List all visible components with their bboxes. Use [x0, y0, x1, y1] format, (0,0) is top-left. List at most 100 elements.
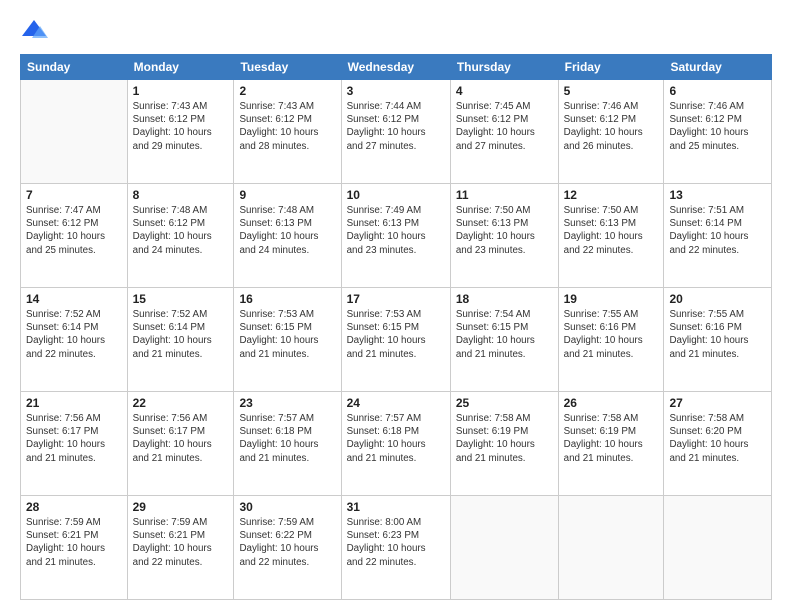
calendar-cell: 5 Sunrise: 7:46 AMSunset: 6:12 PMDaylight…	[558, 80, 664, 184]
day-detail: Sunrise: 7:54 AMSunset: 6:15 PMDaylight:…	[456, 308, 553, 361]
day-number: 2	[239, 84, 335, 98]
calendar-week-row: 21Sunrise: 7:56 AMSunset: 6:17 PMDayligh…	[21, 392, 772, 496]
day-number: 16	[239, 292, 335, 306]
day-detail: Sunrise: 7:43 AMSunset: 6:12 PMDaylight:…	[239, 100, 335, 153]
day-detail: Sunrise: 7:58 AMSunset: 6:19 PMDaylight:…	[456, 412, 553, 465]
day-detail: Sunrise: 8:00 AMSunset: 6:23 PMDaylight:…	[347, 516, 445, 569]
day-number: 18	[456, 292, 553, 306]
day-detail: Sunrise: 7:55 AMSunset: 6:16 PMDaylight:…	[564, 308, 659, 361]
logo-icon	[20, 16, 48, 44]
calendar-cell: 4 Sunrise: 7:45 AMSunset: 6:12 PMDaylight…	[450, 80, 558, 184]
header	[20, 16, 772, 44]
calendar-cell: 28 Sunrise: 7:59 AMSunset: 6:21 PMDayligh…	[21, 496, 128, 600]
day-detail: Sunrise: 7:46 AMSunset: 6:12 PMDaylight:…	[669, 100, 766, 153]
day-detail: Sunrise: 7:57 AMSunset: 6:18 PMDaylight:…	[239, 412, 335, 465]
calendar-cell: 24Sunrise: 7:57 AMSunset: 6:18 PMDayligh…	[341, 392, 450, 496]
day-number: 27	[669, 396, 766, 410]
calendar-week-row: 28 Sunrise: 7:59 AMSunset: 6:21 PMDayligh…	[21, 496, 772, 600]
day-detail: Sunrise: 7:56 AMSunset: 6:17 PMDaylight:…	[133, 412, 229, 465]
day-number: 4	[456, 84, 553, 98]
calendar-cell	[558, 496, 664, 600]
header-friday: Friday	[558, 55, 664, 80]
page: SundayMondayTuesdayWednesdayThursdayFrid…	[0, 0, 792, 612]
day-detail: Sunrise: 7:51 AMSunset: 6:14 PMDaylight:…	[669, 204, 766, 257]
calendar-cell: 12 Sunrise: 7:50 AMSunset: 6:13 PMDayligh…	[558, 184, 664, 288]
day-number: 19	[564, 292, 659, 306]
calendar-cell: 29Sunrise: 7:59 AMSunset: 6:21 PMDayligh…	[127, 496, 234, 600]
day-number: 25	[456, 396, 553, 410]
day-number: 23	[239, 396, 335, 410]
calendar-cell: 9Sunrise: 7:48 AMSunset: 6:13 PMDaylight…	[234, 184, 341, 288]
calendar-cell: 7 Sunrise: 7:47 AMSunset: 6:12 PMDaylight…	[21, 184, 128, 288]
day-number: 5	[564, 84, 659, 98]
calendar-cell: 15 Sunrise: 7:52 AMSunset: 6:14 PMDayligh…	[127, 288, 234, 392]
day-detail: Sunrise: 7:43 AMSunset: 6:12 PMDaylight:…	[133, 100, 229, 153]
day-detail: Sunrise: 7:57 AMSunset: 6:18 PMDaylight:…	[347, 412, 445, 465]
calendar-cell: 10 Sunrise: 7:49 AMSunset: 6:13 PMDayligh…	[341, 184, 450, 288]
calendar-week-row: 14 Sunrise: 7:52 AMSunset: 6:14 PMDayligh…	[21, 288, 772, 392]
day-number: 8	[133, 188, 229, 202]
day-number: 26	[564, 396, 659, 410]
day-number: 7	[26, 188, 122, 202]
day-detail: Sunrise: 7:47 AMSunset: 6:12 PMDaylight:…	[26, 204, 122, 257]
day-detail: Sunrise: 7:48 AMSunset: 6:13 PMDaylight:…	[239, 204, 335, 257]
calendar-cell: 23 Sunrise: 7:57 AMSunset: 6:18 PMDayligh…	[234, 392, 341, 496]
calendar-cell: 2 Sunrise: 7:43 AMSunset: 6:12 PMDaylight…	[234, 80, 341, 184]
day-number: 6	[669, 84, 766, 98]
header-wednesday: Wednesday	[341, 55, 450, 80]
calendar-cell	[21, 80, 128, 184]
day-number: 17	[347, 292, 445, 306]
header-thursday: Thursday	[450, 55, 558, 80]
day-number: 3	[347, 84, 445, 98]
day-number: 1	[133, 84, 229, 98]
day-detail: Sunrise: 7:45 AMSunset: 6:12 PMDaylight:…	[456, 100, 553, 153]
day-detail: Sunrise: 7:59 AMSunset: 6:22 PMDaylight:…	[239, 516, 335, 569]
day-detail: Sunrise: 7:44 AMSunset: 6:12 PMDaylight:…	[347, 100, 445, 153]
calendar-cell: 13 Sunrise: 7:51 AMSunset: 6:14 PMDayligh…	[664, 184, 772, 288]
day-detail: Sunrise: 7:52 AMSunset: 6:14 PMDaylight:…	[26, 308, 122, 361]
day-detail: Sunrise: 7:53 AMSunset: 6:15 PMDaylight:…	[347, 308, 445, 361]
day-detail: Sunrise: 7:50 AMSunset: 6:13 PMDaylight:…	[564, 204, 659, 257]
header-sunday: Sunday	[21, 55, 128, 80]
day-detail: Sunrise: 7:58 AMSunset: 6:19 PMDaylight:…	[564, 412, 659, 465]
day-number: 12	[564, 188, 659, 202]
day-detail: Sunrise: 7:59 AMSunset: 6:21 PMDaylight:…	[26, 516, 122, 569]
header-monday: Monday	[127, 55, 234, 80]
day-number: 22	[133, 396, 229, 410]
calendar-cell: 3 Sunrise: 7:44 AMSunset: 6:12 PMDaylight…	[341, 80, 450, 184]
calendar-cell: 1 Sunrise: 7:43 AMSunset: 6:12 PMDaylight…	[127, 80, 234, 184]
day-detail: Sunrise: 7:52 AMSunset: 6:14 PMDaylight:…	[133, 308, 229, 361]
day-number: 29	[133, 500, 229, 514]
logo	[20, 16, 52, 44]
calendar-cell: 26 Sunrise: 7:58 AMSunset: 6:19 PMDayligh…	[558, 392, 664, 496]
calendar-week-row: 7 Sunrise: 7:47 AMSunset: 6:12 PMDaylight…	[21, 184, 772, 288]
day-detail: Sunrise: 7:58 AMSunset: 6:20 PMDaylight:…	[669, 412, 766, 465]
day-number: 20	[669, 292, 766, 306]
header-tuesday: Tuesday	[234, 55, 341, 80]
day-number: 15	[133, 292, 229, 306]
calendar-cell: 8 Sunrise: 7:48 AMSunset: 6:12 PMDaylight…	[127, 184, 234, 288]
day-number: 10	[347, 188, 445, 202]
day-number: 30	[239, 500, 335, 514]
calendar-cell: 18 Sunrise: 7:54 AMSunset: 6:15 PMDayligh…	[450, 288, 558, 392]
calendar-cell	[664, 496, 772, 600]
calendar-cell: 6 Sunrise: 7:46 AMSunset: 6:12 PMDaylight…	[664, 80, 772, 184]
calendar-cell: 19 Sunrise: 7:55 AMSunset: 6:16 PMDayligh…	[558, 288, 664, 392]
calendar-cell: 14 Sunrise: 7:52 AMSunset: 6:14 PMDayligh…	[21, 288, 128, 392]
calendar-cell: 11Sunrise: 7:50 AMSunset: 6:13 PMDayligh…	[450, 184, 558, 288]
calendar-cell: 27 Sunrise: 7:58 AMSunset: 6:20 PMDayligh…	[664, 392, 772, 496]
day-detail: Sunrise: 7:56 AMSunset: 6:17 PMDaylight:…	[26, 412, 122, 465]
day-number: 31	[347, 500, 445, 514]
calendar-cell: 22 Sunrise: 7:56 AMSunset: 6:17 PMDayligh…	[127, 392, 234, 496]
calendar-cell: 31 Sunrise: 8:00 AMSunset: 6:23 PMDayligh…	[341, 496, 450, 600]
calendar-cell	[450, 496, 558, 600]
day-detail: Sunrise: 7:48 AMSunset: 6:12 PMDaylight:…	[133, 204, 229, 257]
day-number: 28	[26, 500, 122, 514]
day-detail: Sunrise: 7:50 AMSunset: 6:13 PMDaylight:…	[456, 204, 553, 257]
day-number: 14	[26, 292, 122, 306]
day-number: 13	[669, 188, 766, 202]
day-detail: Sunrise: 7:46 AMSunset: 6:12 PMDaylight:…	[564, 100, 659, 153]
day-detail: Sunrise: 7:49 AMSunset: 6:13 PMDaylight:…	[347, 204, 445, 257]
calendar-cell: 20Sunrise: 7:55 AMSunset: 6:16 PMDayligh…	[664, 288, 772, 392]
calendar-cell: 25 Sunrise: 7:58 AMSunset: 6:19 PMDayligh…	[450, 392, 558, 496]
